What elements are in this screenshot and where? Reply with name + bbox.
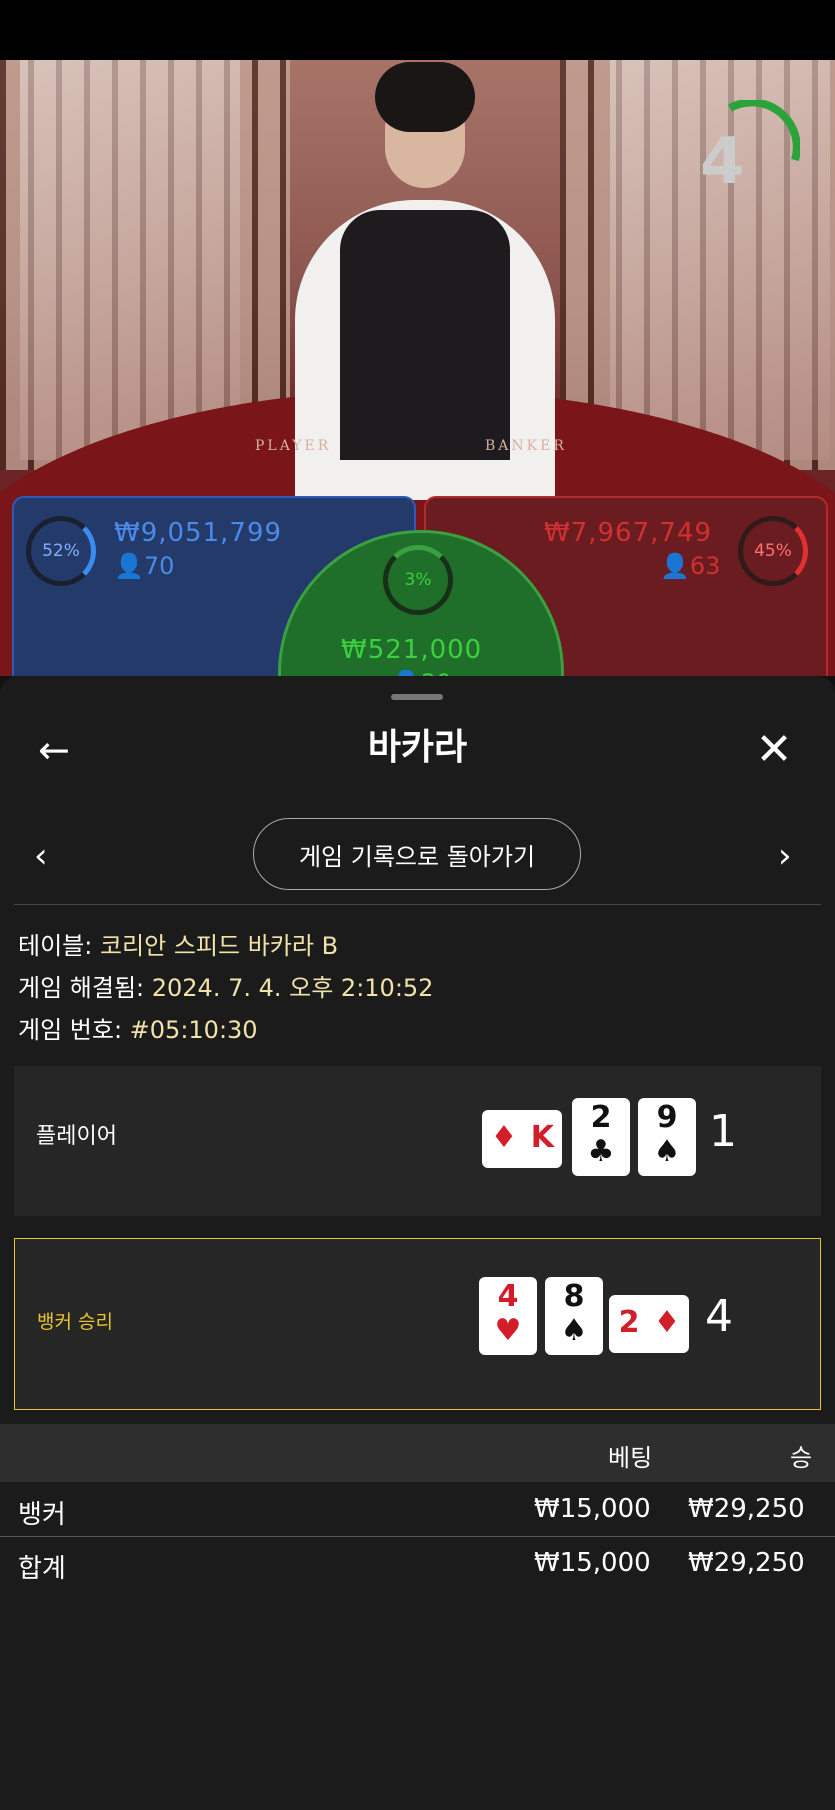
card-kd: K ♦: [482, 1110, 562, 1168]
bets-table-header: 베팅 승: [0, 1424, 835, 1482]
player-percent: 52%: [26, 516, 96, 586]
row-win: ₩29,250: [688, 1494, 805, 1524]
user-icon: 👤: [660, 552, 690, 580]
user-icon: 👤: [114, 552, 144, 580]
row-win: ₩29,250: [688, 1548, 805, 1578]
bet-column-header: 베팅: [608, 1444, 653, 1472]
banker-hand: 뱅커 승리 4 ♥ 8 ♠ 2 ♦ 4: [14, 1238, 821, 1410]
player-total-amount: ₩9,051,799: [114, 518, 283, 548]
banker-total-amount: ₩7,967,749: [544, 518, 713, 548]
sheet-title: 바카라: [367, 727, 468, 768]
card-2d: 2 ♦: [609, 1295, 689, 1353]
table-row: 뱅커 ₩15,000 ₩29,250: [0, 1484, 835, 1537]
blossom-painting-left: [20, 60, 240, 460]
banker-count: 👤63: [660, 552, 721, 580]
table-label-banker: BANKER: [485, 438, 567, 454]
table-label-player: PLAYER: [255, 438, 332, 454]
banker-score: 4: [705, 1291, 733, 1342]
table-info: 테이블: 코리안 스피드 바카라 B: [18, 932, 339, 960]
row-bet: ₩15,000: [534, 1548, 651, 1578]
card-4h: 4 ♥: [479, 1277, 537, 1355]
close-icon[interactable]: ✕: [750, 726, 798, 774]
row-name: 뱅커: [18, 1500, 66, 1530]
live-video: PLAYER BANKER 4 52% ₩9,051,799 👤70 ₩7,96…: [0, 60, 835, 700]
player-score: 1: [709, 1106, 737, 1157]
chevron-left-icon[interactable]: ‹: [34, 836, 48, 876]
game-history-sheet: ← 바카라 ✕ ‹ 게임 기록으로 돌아가기 › 테이블: 코리안 스피드 바카…: [0, 676, 835, 1810]
resolved-info: 게임 해결됨: 2024. 7. 4. 오후 2:10:52: [18, 974, 434, 1002]
card-2c: 2 ♣: [572, 1098, 630, 1176]
divider: [14, 904, 821, 905]
row-name: 합계: [18, 1554, 66, 1584]
tie-percent: 3%: [383, 545, 453, 615]
countdown-timer: 4: [700, 125, 745, 199]
back-to-history-button[interactable]: 게임 기록으로 돌아가기: [253, 818, 581, 890]
player-hand: 플레이어 K ♦ 2 ♣ 9 ♠ 1: [14, 1066, 821, 1216]
win-column-header: 승: [790, 1444, 813, 1472]
round-info: 게임 번호: #05:10:30: [18, 1016, 258, 1044]
player-hand-label: 플레이어: [36, 1124, 117, 1149]
chevron-right-icon[interactable]: ›: [778, 836, 792, 876]
drag-handle[interactable]: [391, 694, 443, 700]
tie-total-amount: ₩521,000: [341, 635, 483, 665]
status-bar: [0, 0, 835, 60]
dealer-vest: [340, 210, 510, 460]
card-9s: 9 ♠: [638, 1098, 696, 1176]
player-count: 👤70: [114, 552, 175, 580]
row-bet: ₩15,000: [534, 1494, 651, 1524]
dealer-hair: [375, 62, 475, 132]
banker-percent: 45%: [738, 516, 808, 586]
banker-win-label: 뱅커 승리: [37, 1311, 113, 1333]
table-row-total: 합계 ₩15,000 ₩29,250: [0, 1538, 835, 1590]
